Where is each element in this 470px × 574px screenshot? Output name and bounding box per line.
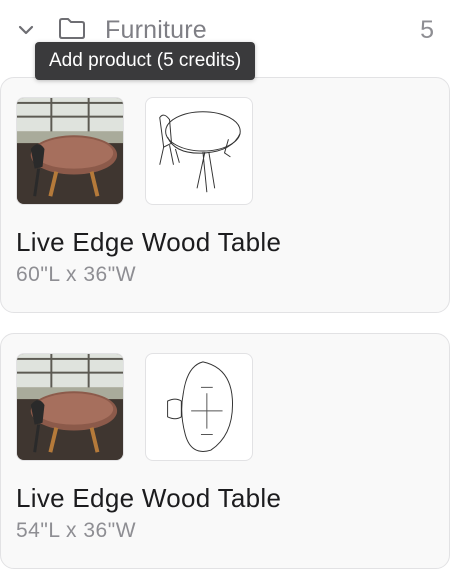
- furniture-panel: Furniture 5 Add product (5 credits) Live…: [0, 0, 470, 574]
- table-photo-image: [17, 354, 123, 460]
- product-name: Live Edge Wood Table: [16, 227, 282, 257]
- table-photo-thumbnail[interactable]: [16, 353, 124, 461]
- table-plan-drawing-thumbnail[interactable]: [145, 353, 253, 461]
- table-drawing-image: [159, 111, 241, 193]
- table-plan-image: [167, 361, 233, 452]
- product-card[interactable]: Live Edge Wood Table 54"L x 36"W: [0, 333, 450, 569]
- category-count-badge: 5: [420, 16, 434, 44]
- table-photo-image: [17, 98, 123, 204]
- add-product-tooltip: Add product (5 credits): [35, 42, 256, 80]
- product-dimensions: 60"L x 36"W: [16, 263, 137, 286]
- product-card[interactable]: Live Edge Wood Table 60"L x 36"W: [0, 77, 450, 313]
- product-dimensions: 54"L x 36"W: [16, 519, 137, 542]
- folder-icon: [59, 18, 85, 39]
- product-name: Live Edge Wood Table: [16, 483, 282, 513]
- table-line-drawing-thumbnail[interactable]: [145, 97, 253, 205]
- table-photo-thumbnail[interactable]: [16, 97, 124, 205]
- chevron-down-icon[interactable]: [17, 21, 35, 39]
